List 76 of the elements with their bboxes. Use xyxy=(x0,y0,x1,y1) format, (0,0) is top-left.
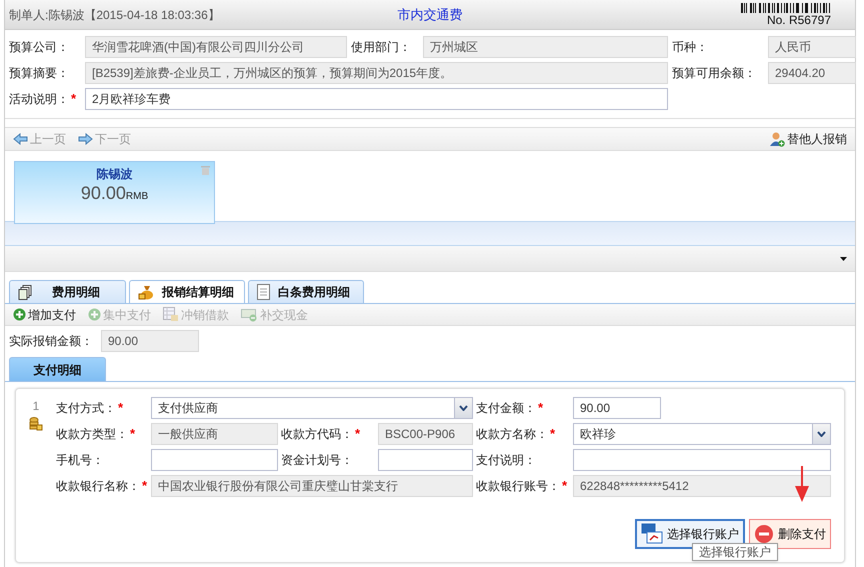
field-label: 使用部门： xyxy=(351,39,411,56)
tab[interactable]: 报销结算明细 xyxy=(129,280,245,303)
field-label: 活动说明： xyxy=(9,91,69,108)
amount-text: 90.00 xyxy=(80,183,126,203)
row-number: 1 xyxy=(32,398,40,415)
plus-circle-icon xyxy=(13,308,26,321)
money-bag-icon xyxy=(138,284,154,300)
field-label: 预算可用余额： xyxy=(672,65,756,82)
readonly-field: 一般供应商 xyxy=(151,423,278,445)
select-field[interactable]: 欧祥珍 xyxy=(573,423,831,445)
toolbar-button[interactable]: 增加支付 xyxy=(13,306,76,324)
field-label: 收款银行账号： xyxy=(476,478,560,495)
coins-icon xyxy=(29,417,43,431)
proxy-claim-button[interactable]: 替他人报销 xyxy=(770,130,847,148)
creator-text: 制单人:陈锡波【2015-04-18 18:03:36】 xyxy=(9,6,221,24)
field-label: 手机号： xyxy=(56,452,104,469)
readonly-field: 万州城区 xyxy=(423,36,668,58)
tooltip: 选择银行账户 xyxy=(692,543,778,561)
required-mark: * xyxy=(538,399,544,418)
left-arrow-icon xyxy=(13,133,28,145)
table-icon xyxy=(163,307,179,322)
field-label: 实际报销金额： xyxy=(9,333,93,350)
document-icon xyxy=(257,284,270,300)
readonly-field: 622848*********5412 xyxy=(573,475,831,497)
field-label: 支付方式： xyxy=(56,400,116,417)
bank-card-icon xyxy=(641,523,663,545)
readonly-field: 人民币 xyxy=(768,36,856,58)
plus-circle-icon xyxy=(88,308,101,321)
required-mark: * xyxy=(130,425,136,444)
required-mark: * xyxy=(355,425,360,444)
field-label: 支付金额： xyxy=(476,400,536,417)
readonly-field: [B2539]差旅费-企业员工，万州城区的预算，预算期间为2015年度。 xyxy=(85,62,668,84)
input-field[interactable] xyxy=(378,449,473,471)
readonly-field: 90.00 xyxy=(101,330,199,352)
required-mark: * xyxy=(550,425,556,444)
field-label: 收款银行名称： xyxy=(56,478,140,495)
barcode-icon xyxy=(741,2,831,12)
tab[interactable]: 支付明细 xyxy=(9,357,106,381)
input-field[interactable]: 90.00 xyxy=(573,397,661,419)
form-title: 市内交通费 xyxy=(398,6,462,24)
field-label: 收款方类型： xyxy=(56,426,128,443)
readonly-field: 中国农业银行股份有限公司重庆璧山甘棠支行 xyxy=(151,475,473,497)
input-field[interactable] xyxy=(151,449,278,471)
field-label: 资金计划号： xyxy=(281,452,353,469)
required-mark: * xyxy=(71,90,76,108)
person-card[interactable]: 陈锡波 90.00RMB xyxy=(14,161,215,224)
currency-text: RMB xyxy=(126,190,148,204)
tab[interactable]: 白条费用明细 xyxy=(248,280,364,303)
required-mark: * xyxy=(142,477,148,496)
minus-circle-icon xyxy=(754,524,774,544)
form-number: No. R56797 xyxy=(766,12,831,26)
input-field[interactable] xyxy=(573,449,831,471)
field-label: 收款方名称： xyxy=(476,426,548,443)
right-arrow-icon xyxy=(78,133,93,145)
field-label: 支付说明： xyxy=(476,452,536,469)
required-mark: * xyxy=(118,399,124,418)
person-add-icon xyxy=(770,132,785,146)
dropdown-icon xyxy=(454,398,472,418)
required-mark: * xyxy=(562,477,568,496)
documents-icon xyxy=(18,284,32,300)
readonly-field: 29404.20 xyxy=(768,62,856,84)
readonly-field: 华润雪花啤酒(中国)有限公司四川分公司 xyxy=(85,36,347,58)
field-label: 预算摘要： xyxy=(9,65,69,82)
cash-icon xyxy=(241,308,258,322)
dropdown-icon xyxy=(812,424,830,444)
input-field[interactable]: 2月欧祥珍车费 xyxy=(85,88,668,110)
tab[interactable]: 费用明细 xyxy=(9,280,126,303)
trash-icon[interactable] xyxy=(201,165,210,175)
arrow-drawing xyxy=(794,466,810,502)
person-name: 陈锡波 xyxy=(96,166,132,183)
readonly-field: BSC00-P906 xyxy=(378,423,473,445)
caret-down-icon[interactable] xyxy=(840,256,847,260)
select-field[interactable]: 支付供应商 xyxy=(151,397,473,419)
field-label: 收款方代码： xyxy=(281,426,353,443)
field-label: 币种： xyxy=(672,39,708,56)
field-label: 预算公司： xyxy=(9,39,69,56)
